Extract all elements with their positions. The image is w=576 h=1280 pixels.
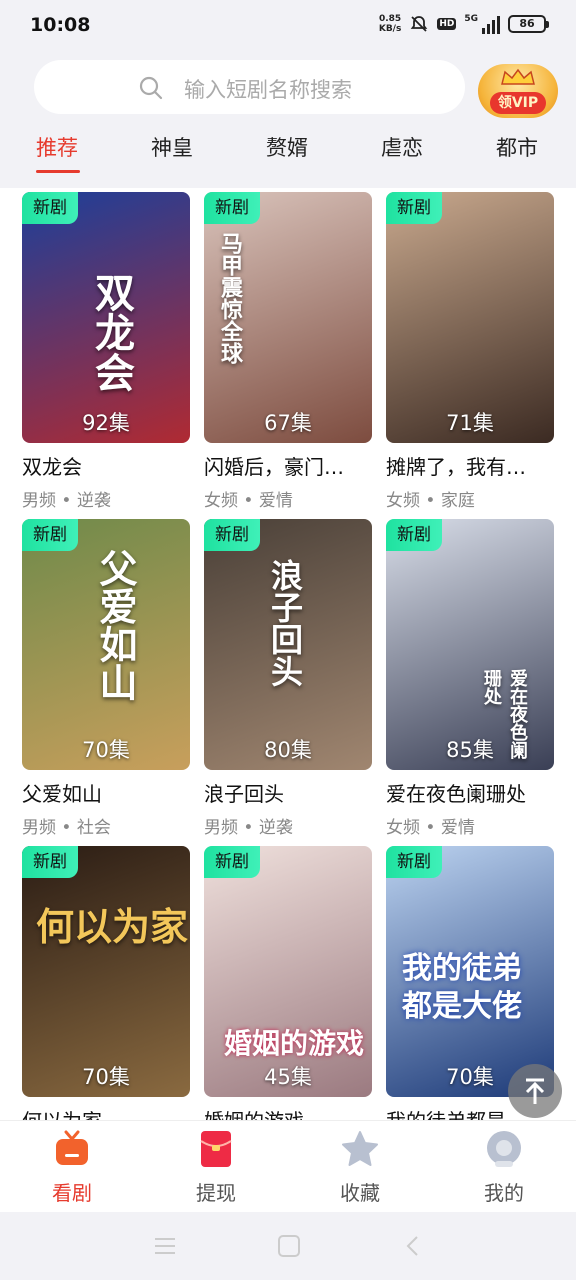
category-tabs: 推荐 神皇 赘婿 虐恋 都市	[0, 128, 576, 178]
drama-title[interactable]: 婚姻的游戏	[204, 1105, 372, 1120]
drama-card[interactable]: 何以为家 新剧 70集 何以为家	[22, 846, 190, 1120]
drama-card[interactable]: 婚姻的游戏 新剧 45集 婚姻的游戏	[204, 846, 372, 1120]
episode-count: 92集	[82, 411, 130, 435]
system-nav-bar	[0, 1212, 576, 1280]
battery-icon: 86	[508, 15, 549, 33]
tab-dushi[interactable]: 都市	[496, 132, 538, 162]
star-icon	[342, 1131, 378, 1166]
nav-label: 看剧	[52, 1181, 92, 1205]
drama-grid[interactable]: 双龙会 新剧 92集 双龙会 男频 • 逆袭 马甲震惊全球 新剧 67集 闪婚后…	[0, 188, 576, 1120]
nav-label: 我的	[484, 1181, 524, 1205]
home-icon[interactable]	[276, 1234, 302, 1258]
tv-icon	[56, 1130, 88, 1165]
vip-label: 领VIP	[490, 92, 546, 114]
poster-title-art: 婚姻的游戏	[224, 1027, 365, 1060]
drama-tags: 男频 • 逆袭	[204, 818, 293, 838]
status-bar: 10:08 0.85 KB/s HD 5G 86	[0, 0, 576, 56]
new-badge: 新剧	[22, 846, 78, 878]
new-badge: 新剧	[204, 519, 260, 551]
drama-poster[interactable]: 爱在夜色阑珊处 新剧 85集	[386, 519, 554, 770]
episode-count: 70集	[82, 1065, 130, 1089]
search-placeholder: 输入短剧名称搜索	[184, 78, 352, 102]
profile-icon	[487, 1131, 521, 1167]
arrow-up-icon	[525, 1078, 545, 1104]
nav-label: 提现	[196, 1181, 236, 1205]
nav-favorites[interactable]: 收藏	[310, 1129, 410, 1206]
crown-icon	[501, 68, 535, 85]
drama-title[interactable]: 双龙会	[22, 451, 190, 480]
new-badge: 新剧	[386, 846, 442, 878]
new-badge: 新剧	[386, 192, 442, 224]
new-badge: 新剧	[204, 846, 260, 878]
nav-profile[interactable]: 我的	[454, 1129, 554, 1206]
poster-title-art: 何以为家	[36, 904, 189, 949]
drama-poster[interactable]: 我的徒弟都是大佬 新剧 70集	[386, 846, 554, 1097]
menu-icon[interactable]	[152, 1234, 178, 1258]
drama-title[interactable]: 父爱如山	[22, 778, 190, 807]
nav-label: 收藏	[340, 1181, 380, 1205]
drama-card[interactable]: 爱在夜色阑珊处 新剧 85集 爱在夜色阑珊处 女频 • 爱情	[386, 519, 554, 838]
red-envelope-icon	[200, 1131, 232, 1167]
drama-card[interactable]: 新剧 71集 摊牌了，我有… 女频 • 家庭	[386, 192, 554, 511]
episode-count: 71集	[446, 411, 494, 435]
nav-withdraw[interactable]: 提现	[166, 1129, 266, 1206]
drama-poster[interactable]: 双龙会 新剧 92集	[22, 192, 190, 443]
drama-title[interactable]: 爱在夜色阑珊处	[386, 778, 554, 807]
nav-watch[interactable]: 看剧	[22, 1129, 122, 1206]
new-badge: 新剧	[204, 192, 260, 224]
status-time: 10:08	[30, 14, 91, 36]
new-badge: 新剧	[386, 519, 442, 551]
poster-title-art: 父爱如山	[93, 549, 138, 701]
new-badge: 新剧	[22, 192, 78, 224]
drama-poster[interactable]: 婚姻的游戏 新剧 45集	[204, 846, 372, 1097]
drama-card[interactable]: 双龙会 新剧 92集 双龙会 男频 • 逆袭	[22, 192, 190, 511]
mute-bell-icon	[411, 16, 428, 32]
network-type: 5G	[464, 14, 478, 24]
drama-tags: 女频 • 爱情	[386, 818, 475, 838]
drama-poster[interactable]: 马甲震惊全球 新剧 67集	[204, 192, 372, 443]
drama-title[interactable]: 摊牌了，我有…	[386, 451, 554, 480]
hd-icon: HD	[437, 18, 457, 30]
poster-title-art: 马甲震惊全球	[217, 232, 243, 364]
drama-title[interactable]: 闪婚后，豪门…	[204, 451, 372, 480]
tab-recommend[interactable]: 推荐	[36, 132, 78, 162]
drama-tags: 男频 • 逆袭	[22, 491, 111, 511]
drama-poster[interactable]: 浪子回头 新剧 80集	[204, 519, 372, 770]
episode-count: 85集	[446, 738, 494, 762]
episode-count: 67集	[264, 411, 312, 435]
bottom-nav: 看剧 提现 收藏 我的	[0, 1120, 576, 1212]
vip-button[interactable]: 领VIP	[478, 64, 558, 118]
active-tab-indicator	[36, 170, 80, 173]
episode-count: 70集	[82, 738, 130, 762]
tab-zhuixu[interactable]: 赘婿	[266, 132, 308, 162]
tab-shenhuang[interactable]: 神皇	[151, 132, 193, 162]
drama-card[interactable]: 父爱如山 新剧 70集 父爱如山 男频 • 社会	[22, 519, 190, 838]
drama-card[interactable]: 马甲震惊全球 新剧 67集 闪婚后，豪门… 女频 • 爱情	[204, 192, 372, 511]
search-bar[interactable]: 输入短剧名称搜索	[34, 60, 465, 114]
drama-poster[interactable]: 父爱如山 新剧 70集	[22, 519, 190, 770]
drama-card[interactable]: 浪子回头 新剧 80集 浪子回头 男频 • 逆袭	[204, 519, 372, 838]
drama-poster[interactable]: 何以为家 新剧 70集	[22, 846, 190, 1097]
network-speed: 0.85 KB/s	[378, 14, 402, 34]
drama-tags: 女频 • 家庭	[386, 491, 475, 511]
poster-art	[22, 846, 190, 1097]
tab-nuelian[interactable]: 虐恋	[381, 132, 423, 162]
drama-poster[interactable]: 新剧 71集	[386, 192, 554, 443]
drama-title[interactable]: 浪子回头	[204, 778, 372, 807]
status-icons: 0.85 KB/s HD 5G 86	[378, 14, 549, 34]
drama-tags: 男频 • 社会	[22, 818, 111, 838]
poster-title-art: 我的徒弟都是大佬	[402, 951, 522, 1024]
poster-art	[386, 192, 554, 443]
episode-count: 45集	[264, 1065, 312, 1089]
episode-count: 80集	[264, 738, 312, 762]
signal-icon	[482, 14, 500, 34]
poster-title-art: 双龙会	[88, 272, 135, 392]
new-badge: 新剧	[22, 519, 78, 551]
poster-title-art: 浪子回头	[266, 559, 304, 687]
back-to-top-button[interactable]	[508, 1064, 562, 1118]
drama-tags: 女频 • 爱情	[204, 491, 293, 511]
search-icon	[139, 76, 163, 100]
back-icon[interactable]	[400, 1234, 426, 1258]
drama-title[interactable]: 何以为家	[22, 1105, 190, 1120]
